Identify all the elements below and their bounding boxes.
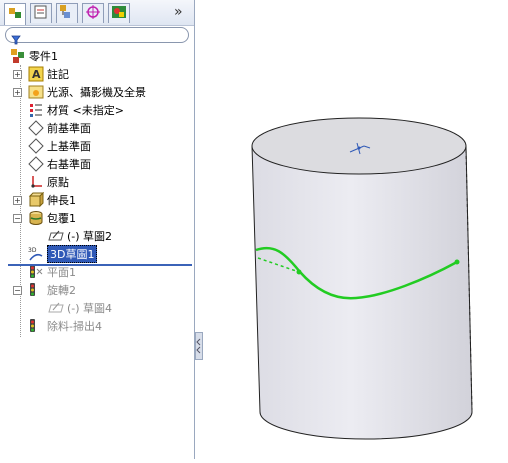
tab-feature-manager[interactable] xyxy=(4,3,26,25)
rollback-light-icon xyxy=(28,318,44,334)
expander-minus[interactable]: − xyxy=(13,214,22,223)
origin-icon xyxy=(28,174,44,190)
3d-sketch-icon: 3D xyxy=(28,246,44,262)
graphics-area[interactable] xyxy=(204,0,508,459)
extrude-icon xyxy=(28,191,45,208)
tree-item-cut-sweep4[interactable]: 除料-掃出4 xyxy=(28,317,102,335)
tree-item-3d-sketch1[interactable]: 3D 3D草圖1 xyxy=(28,245,98,263)
cylinder-body xyxy=(251,145,473,440)
tree-item-lights[interactable]: + 光源、攝影機及全景 xyxy=(13,83,146,101)
plane-icon xyxy=(28,120,44,136)
tree-item-sketch4[interactable]: (-) 草圖4 xyxy=(48,299,112,317)
plane-icon xyxy=(28,138,44,154)
sketch-icon xyxy=(48,228,64,244)
expander-plus[interactable]: + xyxy=(13,196,22,205)
annotation-icon: A xyxy=(28,66,44,82)
tree-item-top-plane[interactable]: 上基準面 xyxy=(28,137,91,155)
tab-dimxpert-manager[interactable] xyxy=(82,3,104,23)
wrap-icon xyxy=(28,210,44,226)
expander-minus[interactable]: − xyxy=(13,286,22,295)
expander-plus[interactable]: + xyxy=(13,70,22,79)
manager-tab-strip: » xyxy=(0,0,194,26)
crosshair-icon xyxy=(85,4,101,24)
svg-text:A: A xyxy=(32,68,41,81)
curve-endpoint xyxy=(454,259,460,265)
tree-item-wrap1[interactable]: − 包覆1 xyxy=(13,209,76,227)
tree-item-revolve2[interactable]: − 旋轉2 xyxy=(13,281,76,299)
tree-item-right-plane[interactable]: 右基準面 xyxy=(28,155,91,173)
tree-root[interactable]: 零件1 xyxy=(10,47,58,65)
lights-cameras-icon xyxy=(28,84,44,100)
tree-item-annotations[interactable]: + A 註記 xyxy=(13,65,69,83)
rollback-light-icon xyxy=(28,264,44,280)
model-viewport[interactable] xyxy=(204,0,508,459)
tree-item-origin[interactable]: 原點 xyxy=(28,173,69,191)
tree-item-front-plane[interactable]: 前基準面 xyxy=(28,119,91,137)
configuration-icon xyxy=(59,4,75,24)
tree-item-sketch2[interactable]: (-) 草圖2 xyxy=(48,227,112,245)
rollback-light-icon xyxy=(28,282,44,298)
expander-plus[interactable]: + xyxy=(13,88,22,97)
curve-point xyxy=(296,269,302,275)
tree-item-extrude1[interactable]: + 伸長1 xyxy=(13,191,76,209)
more-tabs-button[interactable]: » xyxy=(174,4,183,20)
tab-display-manager[interactable] xyxy=(108,3,130,23)
property-manager-icon xyxy=(33,4,49,24)
tree-filter-input[interactable] xyxy=(5,27,189,45)
svg-text:3D: 3D xyxy=(28,247,37,254)
sketch-icon xyxy=(48,300,64,316)
material-icon xyxy=(28,102,44,118)
feature-tree-icon xyxy=(7,5,23,25)
pane-collapse-handle[interactable] xyxy=(195,332,203,360)
display-icon xyxy=(111,4,127,24)
feature-manager-pane: » 零件1 + A 註記 + 光源、攝影機及全景 材質 <未指定> 前基準面 上… xyxy=(0,0,195,459)
tree-item-material[interactable]: 材質 <未指定> xyxy=(28,101,124,119)
tab-configuration-manager[interactable] xyxy=(56,3,78,23)
cylinder-top-face xyxy=(251,117,467,175)
tab-property-manager[interactable] xyxy=(30,3,52,23)
plane-icon xyxy=(28,156,44,172)
part-icon xyxy=(10,48,26,64)
tree-root-label: 零件1 xyxy=(29,50,58,63)
rollback-bar[interactable] xyxy=(8,264,192,266)
